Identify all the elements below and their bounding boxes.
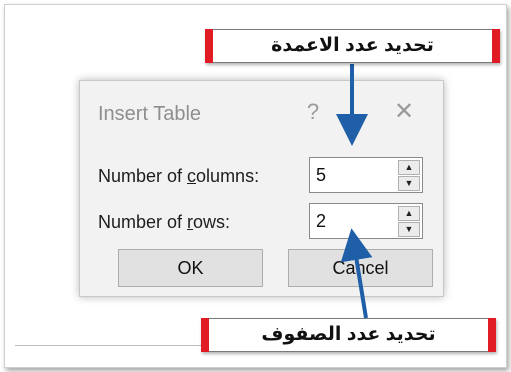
rows-callout-text: تحديد عدد الصفوف — [261, 324, 436, 345]
banner-accent — [201, 318, 209, 352]
banner-accent — [205, 29, 213, 63]
rows-callout: تحديد عدد الصفوف — [201, 318, 496, 352]
columns-callout: تحديد عدد الاعمدة — [205, 29, 500, 63]
banner-accent — [492, 29, 500, 63]
columns-callout-text: تحديد عدد الاعمدة — [271, 35, 434, 56]
banner-accent — [488, 318, 496, 352]
rows-arrow — [340, 228, 373, 319]
